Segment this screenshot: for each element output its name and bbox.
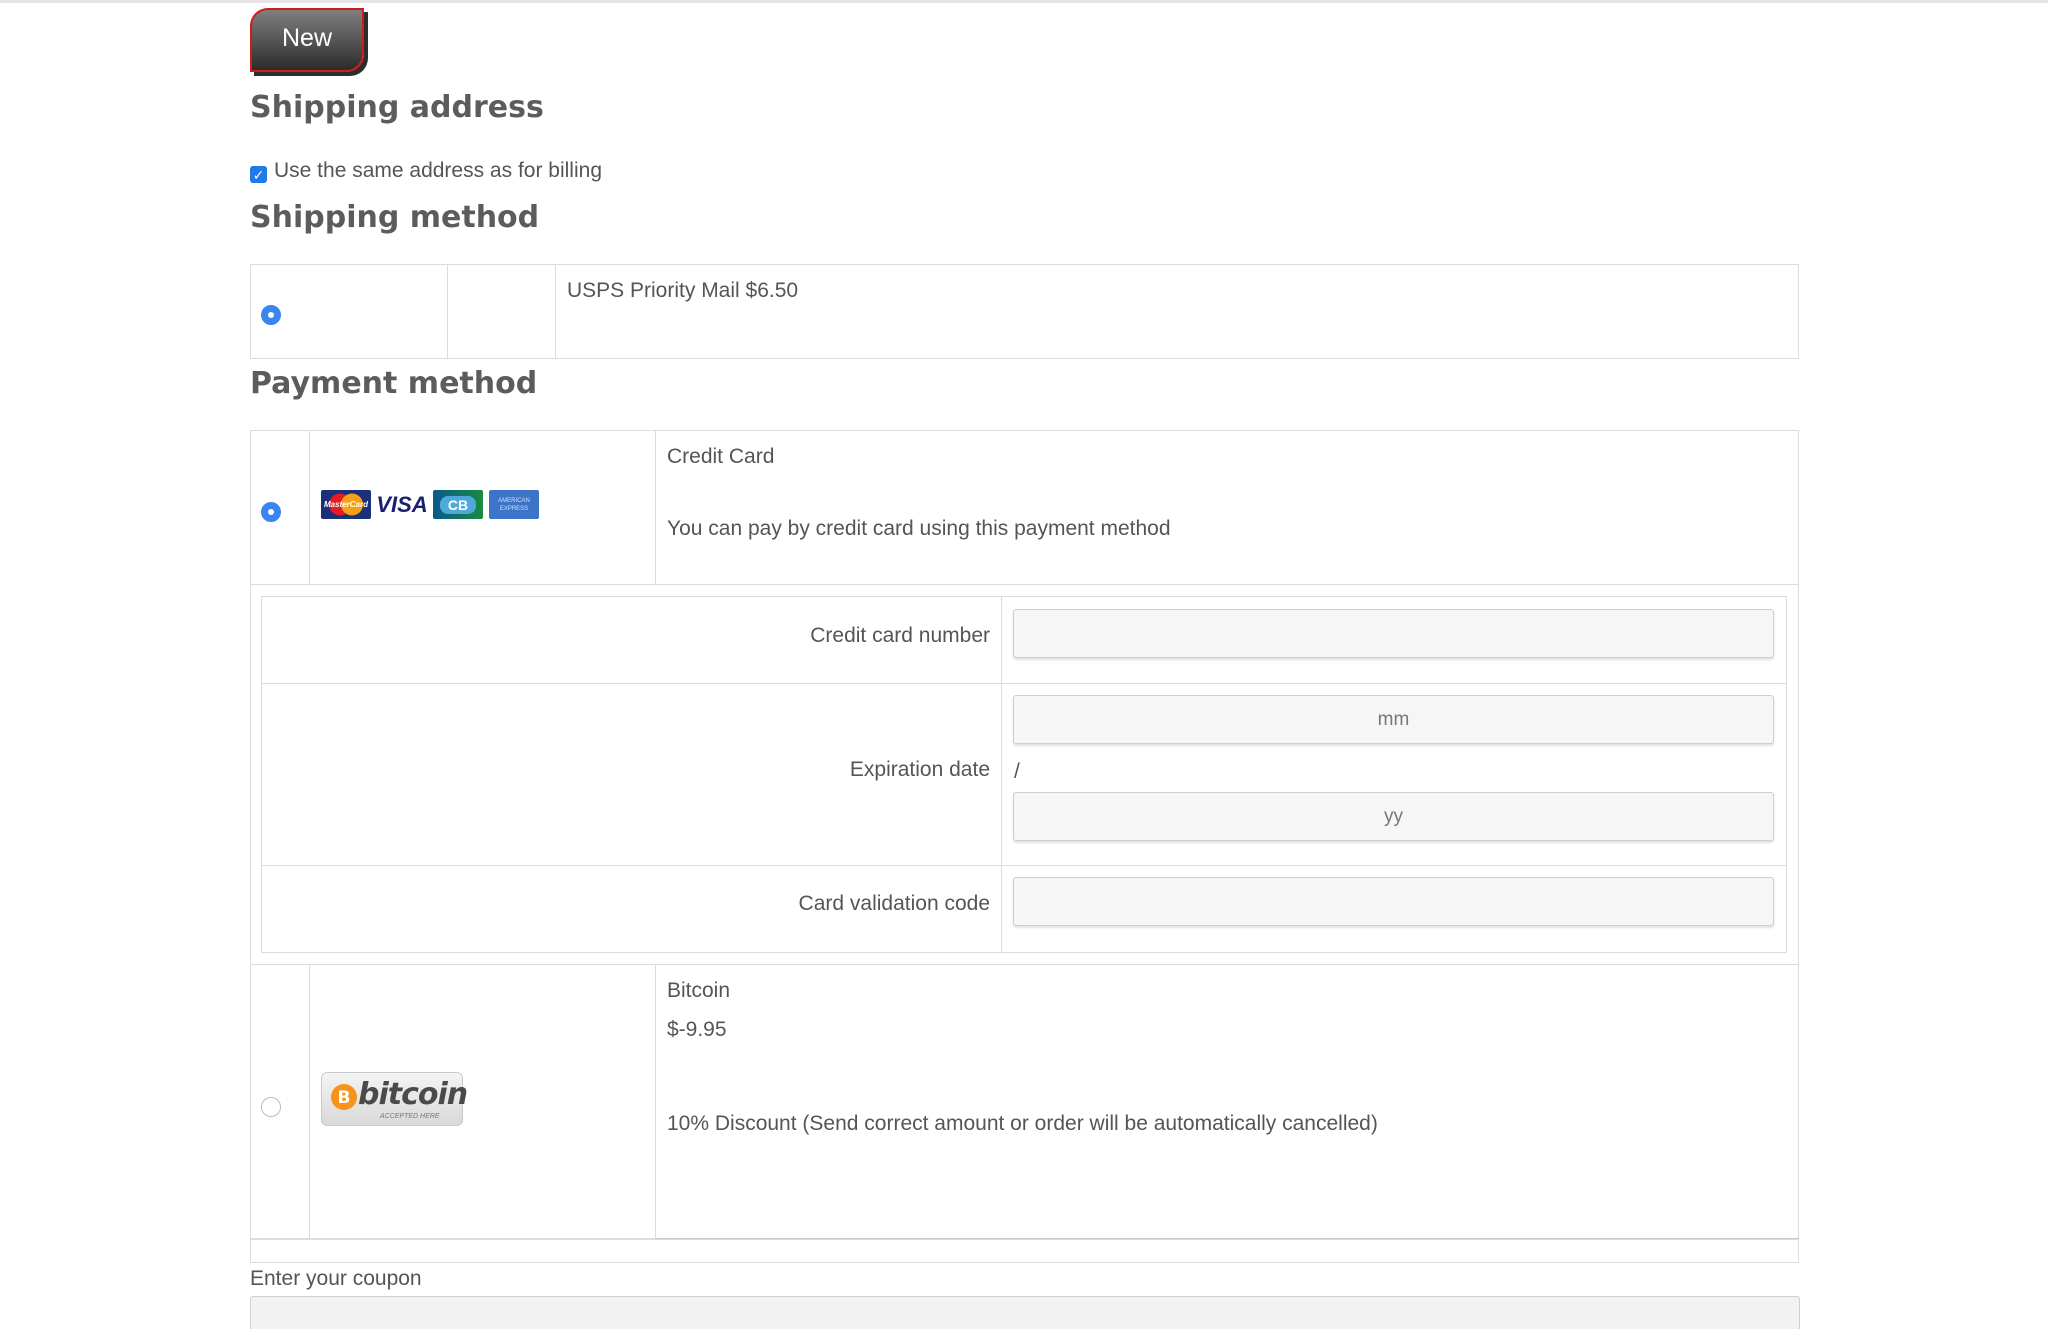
shipping-col-divider bbox=[447, 264, 448, 359]
cvc-label: Card validation code bbox=[798, 892, 990, 915]
same-address-checkbox[interactable]: ✓ bbox=[250, 166, 267, 183]
expiry-year-input[interactable] bbox=[1013, 792, 1774, 841]
bitcoin-coin-icon: B bbox=[331, 1084, 357, 1110]
new-button[interactable]: New bbox=[250, 8, 364, 72]
cb-icon: CB bbox=[433, 490, 483, 519]
credit-card-description: You can pay by credit card using this pa… bbox=[667, 517, 1171, 540]
new-button-label: New bbox=[281, 23, 332, 52]
form-col-divider bbox=[1001, 596, 1002, 953]
same-address-label: Use the same address as for billing bbox=[274, 158, 602, 182]
shipping-method-table bbox=[250, 264, 1799, 359]
credit-card-title: Credit Card bbox=[667, 445, 775, 468]
payment-row-divider bbox=[250, 584, 1799, 585]
bitcoin-logo: B bitcoin ACCEPTED HERE bbox=[321, 1072, 468, 1126]
cb-text: CB bbox=[439, 495, 477, 514]
payment-col-divider bbox=[655, 430, 656, 585]
same-address-option[interactable]: ✓ Use the same address as for billing bbox=[250, 158, 602, 183]
amex-text: AMERICAN EXPRESS bbox=[498, 497, 530, 512]
payment-col-divider bbox=[309, 964, 310, 1239]
form-row-divider bbox=[261, 683, 1787, 684]
payment-method-heading: Payment method bbox=[250, 366, 538, 401]
mastercard-text: MasterCard bbox=[323, 500, 368, 509]
shipping-col-divider bbox=[555, 264, 556, 359]
credit-card-radio[interactable] bbox=[261, 502, 281, 522]
american-express-icon: AMERICAN EXPRESS bbox=[489, 490, 539, 519]
cvc-input[interactable] bbox=[1013, 877, 1774, 926]
top-divider bbox=[0, 0, 2048, 3]
mastercard-icon: MasterCard bbox=[321, 490, 371, 519]
payment-row-divider bbox=[250, 964, 1799, 965]
bitcoin-logo-text: bitcoin bbox=[358, 1077, 468, 1112]
payment-footer-row bbox=[250, 1239, 1799, 1263]
shipping-option-radio[interactable] bbox=[261, 305, 281, 325]
bitcoin-description: 10% Discount (Send correct amount or ord… bbox=[667, 1112, 1378, 1135]
bitcoin-logo-subtext: ACCEPTED HERE bbox=[380, 1113, 440, 1120]
coupon-input[interactable] bbox=[250, 1296, 1800, 1329]
payment-col-divider bbox=[655, 964, 656, 1239]
bitcoin-price: $-9.95 bbox=[667, 1018, 727, 1041]
form-row-divider bbox=[261, 865, 1787, 866]
card-number-label: Credit card number bbox=[810, 624, 990, 647]
shipping-method-heading: Shipping method bbox=[250, 200, 540, 235]
checkout-page: New Shipping address ✓ Use the same addr… bbox=[0, 0, 2048, 1329]
card-number-input[interactable] bbox=[1013, 609, 1774, 658]
bitcoin-radio[interactable] bbox=[261, 1097, 281, 1117]
card-logos: MasterCard VISA CB AMERICAN EXPRESS bbox=[321, 490, 539, 519]
expiration-label: Expiration date bbox=[849, 758, 990, 781]
expiry-separator: / bbox=[1014, 760, 1020, 783]
visa-text: VISA bbox=[376, 491, 428, 517]
svg-text:B: B bbox=[338, 1088, 351, 1108]
bitcoin-title: Bitcoin bbox=[667, 979, 731, 1002]
visa-icon: VISA bbox=[376, 490, 428, 519]
expiry-month-input[interactable] bbox=[1013, 695, 1774, 744]
coupon-label: Enter your coupon bbox=[250, 1267, 422, 1290]
payment-col-divider bbox=[309, 430, 310, 585]
shipping-address-heading: Shipping address bbox=[250, 90, 544, 125]
shipping-option-label: USPS Priority Mail $6.50 bbox=[567, 279, 799, 302]
